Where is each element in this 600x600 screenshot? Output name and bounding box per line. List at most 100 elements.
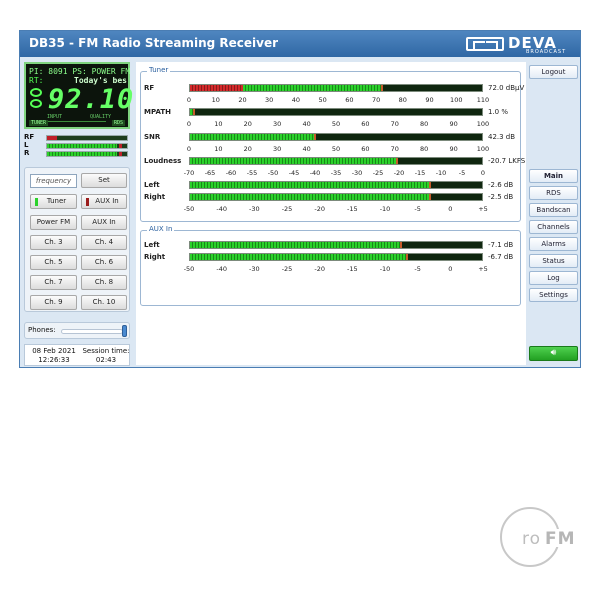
scale-tick-label: -25 xyxy=(281,265,293,273)
aux-in-preset-button[interactable]: AUX In xyxy=(81,215,127,230)
aux-left-meter xyxy=(189,241,483,249)
tuner-button[interactable]: Tuner xyxy=(30,194,77,209)
nav-status[interactable]: Status xyxy=(529,254,578,268)
lcd-quality-bar xyxy=(48,121,106,125)
channel-button-10[interactable]: Ch. 10 xyxy=(81,295,127,310)
lcd-input-label: INPUT xyxy=(47,114,63,120)
scale-tick-label: -5 xyxy=(458,169,466,177)
mini-meters: RF L R xyxy=(24,133,130,158)
phones-label: Phones: xyxy=(28,326,56,334)
scale-tick-label: -25 xyxy=(372,169,384,177)
snr-value: 42.3 dB xyxy=(488,133,516,141)
aux-legend: AUX In xyxy=(147,225,175,233)
brand-tagline: BROADCAST xyxy=(526,49,567,55)
scale-tick-label: -30 xyxy=(351,169,363,177)
scale-tick-label: -10 xyxy=(379,205,391,213)
scale-tick-label: 10 xyxy=(214,145,223,153)
nav-bandscan[interactable]: Bandscan xyxy=(529,203,578,217)
phones-volume-slider[interactable] xyxy=(61,329,123,334)
snr-label: SNR xyxy=(144,133,161,141)
app-window: DB35 - FM Radio Streaming Receiver DEVA … xyxy=(19,30,581,368)
set-button[interactable]: Set xyxy=(81,173,127,188)
rf-meter xyxy=(189,84,483,92)
scale-tick-label: 30 xyxy=(273,120,282,128)
nav-log[interactable]: Log xyxy=(529,271,578,285)
scale-tick-label: -70 xyxy=(183,169,195,177)
profm-brand: FM xyxy=(545,529,576,549)
scale-tick-label: 100 xyxy=(476,145,490,153)
scale-tick-label: 100 xyxy=(450,96,463,104)
scale-tick-label: 20 xyxy=(243,120,252,128)
meter-peak-marker xyxy=(314,134,316,140)
profm-prefix: ro xyxy=(522,529,542,549)
speaker-button[interactable]: 🔊︎ xyxy=(529,346,578,361)
nav-main[interactable]: Main xyxy=(529,169,578,183)
scale-tick-label: -40 xyxy=(309,169,321,177)
channel-button-3[interactable]: Ch. 3 xyxy=(30,235,77,250)
lcd-frequency: 92.10 xyxy=(48,84,135,115)
meter-peak-marker xyxy=(396,158,398,164)
deva-logo: DEVA BROADCAST xyxy=(466,34,572,55)
meter-peak-marker xyxy=(406,254,408,260)
meter-fill xyxy=(190,182,429,188)
channel-button-4[interactable]: Ch. 4 xyxy=(81,235,127,250)
scale-tick-label: -40 xyxy=(216,265,227,273)
nav-alarms[interactable]: Alarms xyxy=(529,237,578,251)
scale-tick-label: 80 xyxy=(420,145,429,153)
mini-meter-fill xyxy=(47,152,117,156)
logout-button[interactable]: Logout xyxy=(529,65,578,79)
tuner-left-meter xyxy=(189,181,483,189)
scale-tick-label: -55 xyxy=(246,169,258,177)
meter-peak-marker xyxy=(400,242,402,248)
aux-in-button[interactable]: AUX In xyxy=(81,194,127,209)
channel-button-9[interactable]: Ch. 9 xyxy=(30,295,77,310)
meter-fill xyxy=(190,158,396,164)
scale-tick-label: -15 xyxy=(347,265,358,273)
title-bar: DB35 - FM Radio Streaming Receiver DEVA … xyxy=(20,31,580,57)
lcd-quality-label: QUALITY xyxy=(90,114,112,120)
channel-button-8[interactable]: Ch. 8 xyxy=(81,275,127,290)
nav-settings[interactable]: Settings xyxy=(529,288,578,302)
tuner-label: Tuner xyxy=(46,197,67,205)
mini-meter-bar xyxy=(46,143,128,149)
power-fm-button[interactable]: Power FM xyxy=(30,215,77,230)
scale-tick-label: -10 xyxy=(435,169,447,177)
scale-tick-label: -35 xyxy=(330,169,342,177)
mini-meter-left: L xyxy=(24,141,130,150)
scale-tick-label: 50 xyxy=(331,145,341,153)
profm-watermark: ro FM xyxy=(500,503,585,573)
tuner-right-value: -2.5 dB xyxy=(488,193,514,201)
mpath-meter xyxy=(189,108,483,116)
tuner-indicator-icon xyxy=(35,198,38,206)
frequency-input[interactable]: frequency xyxy=(30,174,77,188)
phones-volume-handle[interactable] xyxy=(122,325,127,337)
aux-fieldset: AUX In Left -7.1 dB Right -6.7 dB -50 -40… xyxy=(140,225,521,306)
loudness-scale: -70 -65 -60 -55 -50 -45 -40 -35 -30 -25 -20 -15 -10-… xyxy=(184,169,485,179)
scale-tick-label: -15 xyxy=(347,205,358,213)
mini-meter-right: R xyxy=(24,149,130,158)
scale-tick-label: 60 xyxy=(361,145,370,153)
scale-tick-label: -30 xyxy=(249,205,260,213)
meter-red-segment xyxy=(190,85,243,91)
nav-channels[interactable]: Channels xyxy=(529,220,578,234)
scale-tick-label: 40 xyxy=(302,120,311,128)
nav-rds[interactable]: RDS xyxy=(529,186,578,200)
phones-control: Phones: xyxy=(24,322,130,339)
scale-tick-label: +5 xyxy=(478,205,488,213)
mpath-value: 1.0 % xyxy=(488,108,509,116)
scale-tick-label: -20 xyxy=(314,205,325,213)
channel-button-7[interactable]: Ch. 7 xyxy=(30,275,77,290)
deva-logo-mark-icon xyxy=(466,37,504,51)
snr-scale: 0 10 20 30 40 50 60 70 80 90 100 xyxy=(187,145,489,155)
aux-right-meter xyxy=(189,253,483,261)
mini-meter-bar xyxy=(46,151,128,157)
scale-tick-label: 100 xyxy=(476,120,490,128)
loudness-value: -20.7 LKFS xyxy=(488,157,526,165)
meter-peak-marker xyxy=(429,194,431,200)
scale-tick-label: -45 xyxy=(288,169,300,177)
channel-button-5[interactable]: Ch. 5 xyxy=(30,255,77,270)
scale-tick-label: 80 xyxy=(420,120,429,128)
channel-button-6[interactable]: Ch. 6 xyxy=(81,255,127,270)
scale-tick-label: -20 xyxy=(314,265,325,273)
rf-label: RF xyxy=(144,84,155,92)
